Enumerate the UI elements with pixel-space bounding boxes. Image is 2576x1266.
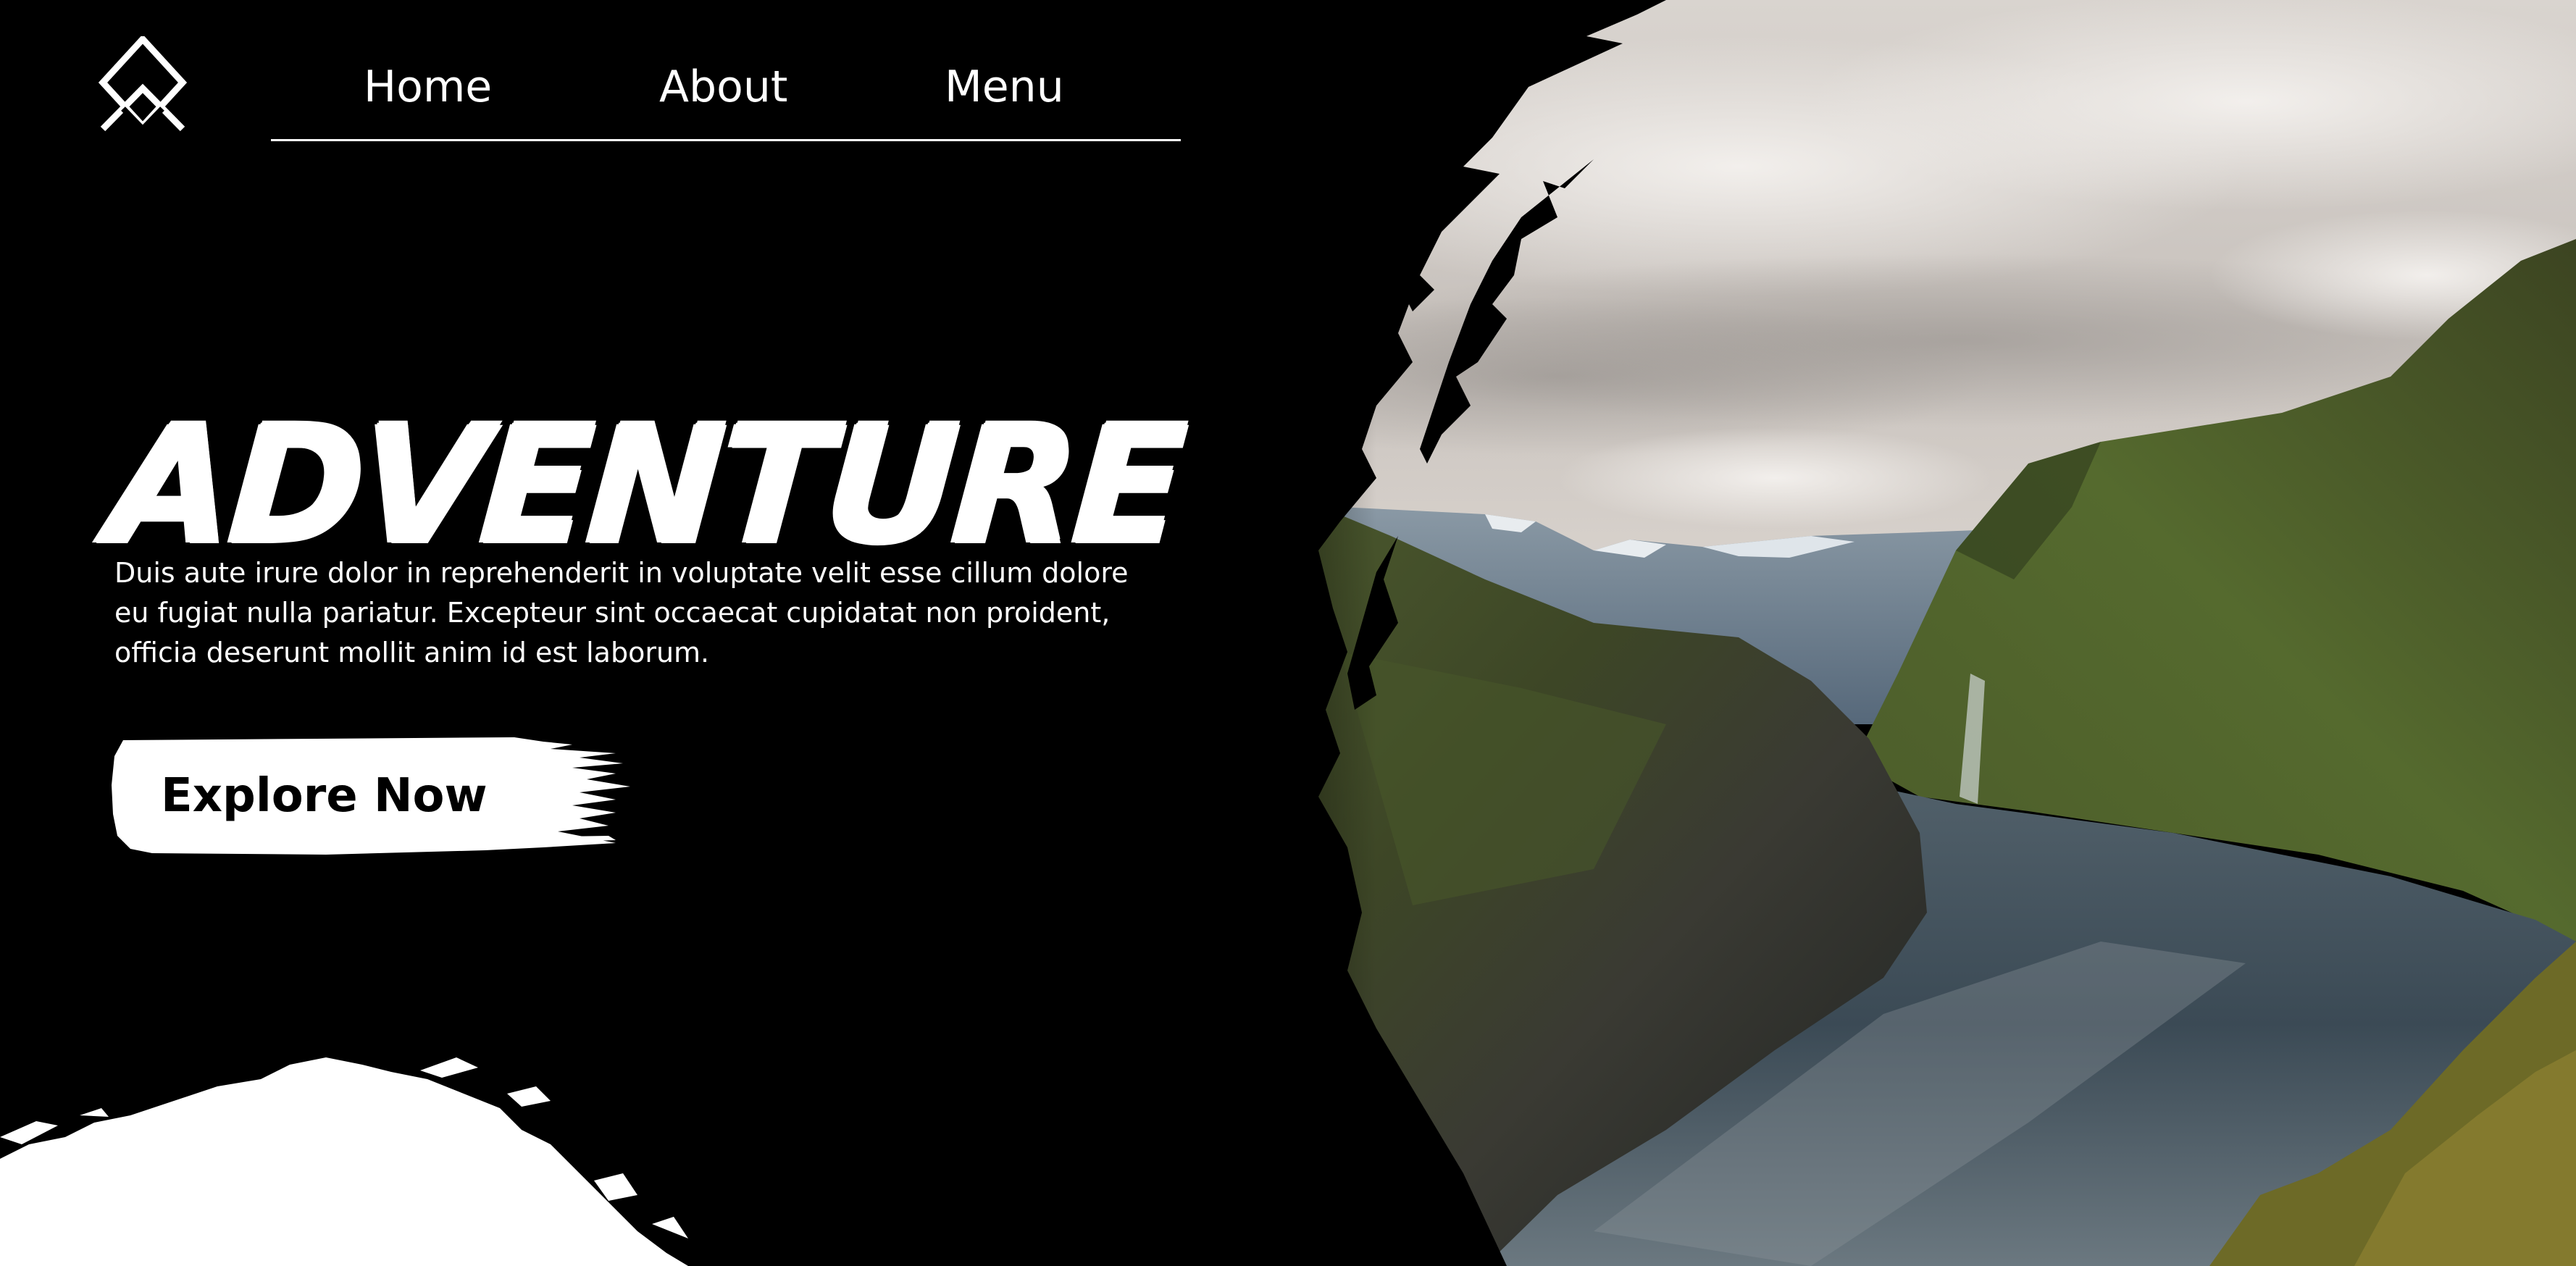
- hero-description-line: Duis aute irure dolor in reprehenderit i…: [114, 557, 1129, 589]
- nav-item-home[interactable]: Home: [364, 58, 492, 116]
- hero-title-container: ADVENTURE: [102, 290, 1187, 579]
- nav-item-menu[interactable]: Menu: [945, 58, 1064, 116]
- main-nav: Home About Menu: [271, 42, 1181, 141]
- diamond-mountain-logo-icon[interactable]: [97, 36, 188, 135]
- hero-description: Duis aute irure dolor in reprehenderit i…: [114, 553, 1129, 673]
- explore-now-label: Explore Now: [161, 769, 488, 823]
- hero-description-line: officia deserunt mollit anim id est labo…: [114, 637, 710, 668]
- paint-splash-decoration: [0, 1057, 688, 1266]
- hero-description-line: eu fugiat nulla pariatur. Excepteur sint…: [114, 597, 1111, 629]
- nav-item-about[interactable]: About: [659, 58, 787, 116]
- hero-title: ADVENTURE: [101, 390, 1187, 580]
- explore-now-button[interactable]: Explore Now: [109, 727, 630, 865]
